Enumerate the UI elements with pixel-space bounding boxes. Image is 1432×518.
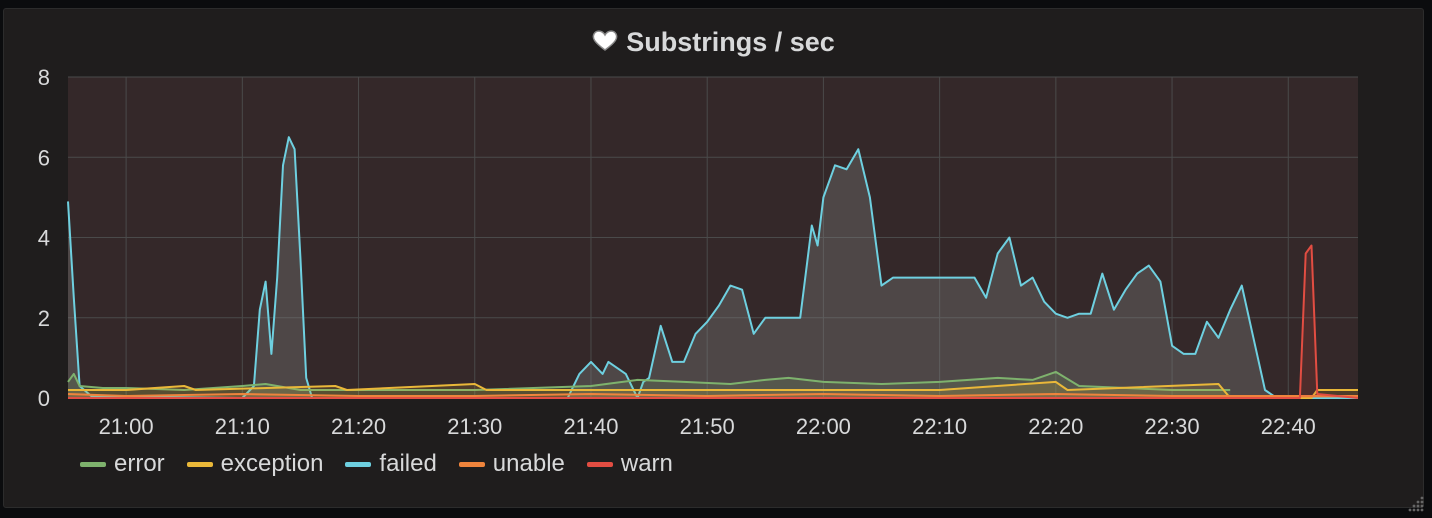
x-tick-label: 21:00 [99, 414, 154, 439]
y-tick-label: 6 [38, 145, 50, 170]
legend-swatch [458, 461, 485, 467]
line-chart: 0 2 4 6 8 21:00 21:10 21:20 21:30 21:40 21:50 22:00… [38, 65, 1359, 439]
legend: error exception failed unable warn [80, 450, 673, 478]
x-tick-label: 21:10 [215, 414, 270, 439]
x-tick-label: 22:30 [1145, 414, 1200, 439]
y-tick-label: 8 [38, 65, 50, 90]
legend-swatch [586, 461, 613, 467]
legend-label: unable [492, 450, 565, 477]
legend-swatch [80, 461, 106, 467]
x-tick-label: 22:10 [912, 414, 967, 439]
legend-label: failed [379, 450, 437, 477]
x-tick-label: 22:40 [1261, 414, 1316, 439]
x-tick-label: 21:50 [680, 414, 735, 439]
y-tick-label: 0 [38, 386, 50, 411]
legend-item-exception[interactable]: exception [186, 450, 324, 478]
y-tick-label: 2 [38, 306, 50, 331]
legend-item-unable[interactable]: unable [458, 450, 565, 478]
x-tick-label: 21:40 [563, 414, 618, 439]
x-tick-label: 21:30 [447, 414, 502, 439]
legend-item-warn[interactable]: warn [586, 450, 673, 478]
x-tick-label: 22:00 [796, 414, 851, 439]
y-tick-label: 4 [38, 226, 50, 251]
legend-item-failed[interactable]: failed [345, 450, 437, 478]
legend-swatch [345, 461, 372, 467]
x-tick-label: 21:20 [331, 414, 386, 439]
legend-swatch [186, 461, 213, 467]
legend-label: error [114, 450, 165, 477]
legend-label: warn [620, 450, 673, 477]
legend-label: exception [220, 450, 324, 477]
x-tick-label: 22:20 [1028, 414, 1083, 439]
resize-handle-icon[interactable] [1408, 496, 1424, 512]
legend-item-error[interactable]: error [80, 450, 165, 478]
